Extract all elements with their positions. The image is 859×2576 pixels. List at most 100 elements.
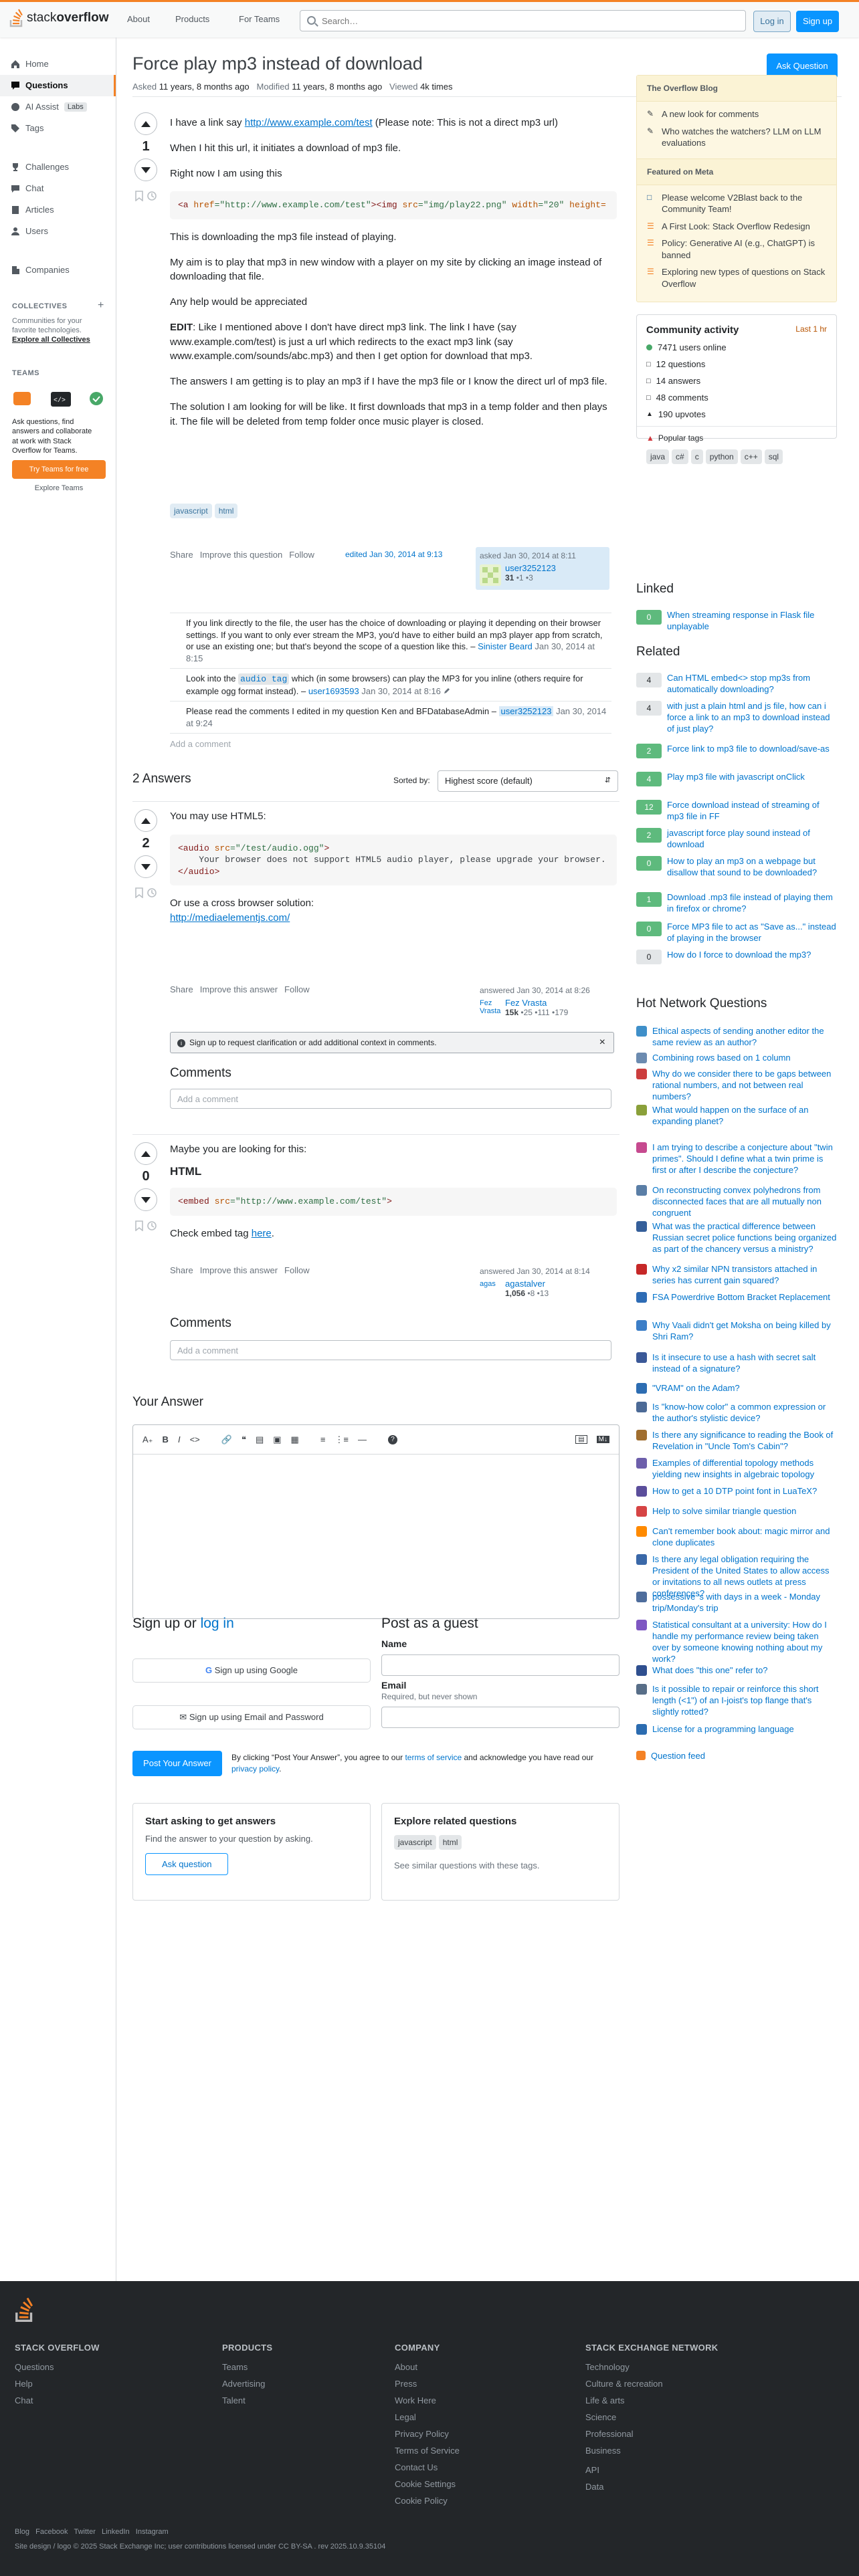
hnq-title[interactable]: Combining rows based on 1 column xyxy=(652,1053,791,1064)
hnq-title[interactable]: How to get a 10 DTP point font in LuaTeX… xyxy=(652,1486,817,1497)
related-title[interactable]: Force download instead of streaming of m… xyxy=(667,800,837,823)
hot-network-question[interactable]: Statistical consultant at a university: … xyxy=(636,1620,837,1665)
hot-network-question[interactable]: Combining rows based on 1 column xyxy=(636,1053,837,1064)
meta-item[interactable]: □ Please welcome V2Blast back to the Comm… xyxy=(637,189,836,218)
footer-link[interactable]: Data xyxy=(585,2482,718,2492)
login-button[interactable]: Log in xyxy=(753,11,791,32)
hnq-title[interactable]: License for a programming language xyxy=(652,1724,794,1735)
question-feed-link[interactable]: Question feed xyxy=(636,1751,837,1762)
bold-tool-icon[interactable]: B xyxy=(163,1434,169,1444)
footer-link[interactable]: Press xyxy=(395,2379,460,2389)
stack-logo-icon[interactable] xyxy=(15,2297,35,2323)
hnq-title[interactable]: FSA Powerdrive Bottom Bracket Replacemen… xyxy=(652,1292,830,1303)
question-feed-label[interactable]: Question feed xyxy=(651,1751,705,1762)
footer-link[interactable]: Legal xyxy=(395,2412,460,2422)
related-question[interactable]: 2 Force link to mp3 file to download/save… xyxy=(636,744,837,758)
hnq-title[interactable]: Examples of differential topology method… xyxy=(652,1458,837,1481)
hot-network-question[interactable]: How to get a 10 DTP point font in LuaTeX… xyxy=(636,1486,837,1497)
related-title[interactable]: How do I force to download the mp3? xyxy=(667,950,811,964)
upvote-button[interactable] xyxy=(134,809,157,832)
footer-link[interactable]: About xyxy=(395,2362,460,2372)
try-teams-button[interactable]: Try Teams for free xyxy=(12,460,106,479)
quote-tool-icon[interactable]: ❝ xyxy=(242,1434,246,1445)
signup-button[interactable]: Sign up xyxy=(796,11,839,32)
hnq-title[interactable]: On reconstructing convex polyhedrons fro… xyxy=(652,1185,837,1219)
embed-here-link[interactable]: here xyxy=(252,1228,272,1239)
question-title[interactable]: Force play mp3 instead of download xyxy=(132,53,423,74)
bookmark-icon[interactable] xyxy=(134,887,144,899)
footer-link[interactable]: Questions xyxy=(15,2362,100,2372)
related-title[interactable]: Can HTML embed<> stop mp3s from automati… xyxy=(667,673,837,695)
guest-email-input[interactable] xyxy=(381,1707,619,1728)
share-link[interactable]: Share xyxy=(170,1265,193,1275)
related-title[interactable]: Play mp3 file with javascript onClick xyxy=(667,772,805,786)
add-comment-link[interactable]: Add a comment xyxy=(170,739,231,749)
hnq-title[interactable]: Is it insecure to use a hash with secret… xyxy=(652,1352,837,1375)
codeblock-tool-icon[interactable]: ▤ xyxy=(256,1434,264,1445)
edited-link[interactable]: edited Jan 30, 2014 at 9:13 xyxy=(345,550,442,559)
answer2-add-comment-input[interactable]: Add a comment xyxy=(170,1340,611,1360)
hot-network-question[interactable]: Examples of differential topology method… xyxy=(636,1458,837,1481)
footer-link[interactable]: Teams xyxy=(222,2362,272,2372)
related-question[interactable]: 0 How do I force to download the mp3? xyxy=(636,950,837,964)
meta-item[interactable]: ☰ Exploring new types of questions on Sta… xyxy=(637,263,836,292)
editor-textarea[interactable] xyxy=(133,1455,619,1618)
meta-item[interactable]: ☰ Policy: Generative AI (e.g., ChatGPT) i… xyxy=(637,235,836,263)
hot-network-question[interactable]: Ethical aspects of sending another edito… xyxy=(636,1026,837,1049)
footer-social-links[interactable]: Blog Facebook Twitter LinkedIn Instagram xyxy=(15,2528,169,2536)
nav-for-teams[interactable]: For Teams xyxy=(239,14,280,24)
nav-item-tags[interactable]: Tags xyxy=(11,123,43,133)
nav-products[interactable]: Products xyxy=(175,14,209,24)
meta-item[interactable]: ☰ A First Look: Stack Overflow Redesign xyxy=(637,218,836,235)
related-title[interactable]: Force link to mp3 file to download/save-… xyxy=(667,744,830,758)
bulleted-list-tool-icon[interactable]: ⋮≡ xyxy=(335,1434,349,1445)
footer-link[interactable]: Culture & recreation xyxy=(585,2379,718,2389)
tag-html[interactable]: html xyxy=(438,1835,462,1850)
link-tool-icon[interactable]: 🔗 xyxy=(221,1434,232,1445)
follow-link[interactable]: Follow xyxy=(289,550,314,560)
hot-network-question[interactable]: What would happen on the surface of an e… xyxy=(636,1105,837,1128)
footer-link[interactable]: Contact Us xyxy=(395,2462,460,2472)
hnq-title[interactable]: Why x2 similar NPN transistors attached … xyxy=(652,1264,837,1287)
google-signup-button[interactable]: G Sign up using Google xyxy=(132,1658,371,1683)
hot-network-question[interactable]: I am trying to describe a conjecture abo… xyxy=(636,1142,837,1176)
footer-link[interactable]: Advertising xyxy=(222,2379,272,2389)
nav-item-companies[interactable]: Companies xyxy=(11,265,70,275)
related-title[interactable]: Download .mp3 file instead of playing th… xyxy=(667,892,837,915)
related-question[interactable]: 2 javascript force play sound instead of … xyxy=(636,828,837,851)
follow-link[interactable]: Follow xyxy=(284,984,310,994)
improve-answer-link[interactable]: Improve this answer xyxy=(200,1265,278,1275)
hnq-title[interactable]: Is "know-how color" a common expression … xyxy=(652,1402,837,1424)
q-example-link[interactable]: http://www.example.com/test xyxy=(245,117,373,128)
related-title[interactable]: Force MP3 file to act as "Save as..." in… xyxy=(667,922,837,944)
rich-text-mode-icon[interactable]: ▤ xyxy=(575,1435,587,1444)
improve-answer-link[interactable]: Improve this answer xyxy=(200,984,278,994)
linked-title[interactable]: When streaming response in Flask file un… xyxy=(667,610,837,633)
footer-link[interactable]: Science xyxy=(585,2412,718,2422)
avatar[interactable]: Fez Vrasta xyxy=(480,999,501,1021)
hnq-title[interactable]: Why Vaali didn't get Moksha on being kil… xyxy=(652,1320,837,1343)
hot-network-question[interactable]: Is there any significance to reading the… xyxy=(636,1430,837,1453)
footer-link[interactable]: Cookie Policy xyxy=(395,2496,460,2506)
hot-network-question[interactable]: Why x2 similar NPN transistors attached … xyxy=(636,1264,837,1287)
footer-link[interactable]: Professional xyxy=(585,2429,718,2439)
italic-tool-icon[interactable]: I xyxy=(178,1434,181,1444)
nav-item-ai-assist[interactable]: AI Assist Labs xyxy=(11,102,87,112)
blog-item[interactable]: ✎ Who watches the watchers? LLM on LLM ev… xyxy=(637,123,836,152)
hnq-title[interactable]: "VRAM" on the Adam? xyxy=(652,1383,740,1394)
footer-link[interactable]: API xyxy=(585,2465,718,2475)
asker-name[interactable]: user3252123 xyxy=(505,563,556,573)
blog-item[interactable]: ✎ A new look for comments xyxy=(637,106,836,123)
answerer-name[interactable]: agastalver xyxy=(505,1279,549,1289)
hot-network-question[interactable]: Help to solve similar triangle question xyxy=(636,1506,837,1517)
popular-tag[interactable]: c# xyxy=(672,449,688,464)
popular-tag[interactable]: python xyxy=(705,449,738,464)
help-tool-icon[interactable]: ? xyxy=(388,1434,398,1444)
terms-link[interactable]: terms of service xyxy=(405,1753,462,1762)
comment-user[interactable]: Sinister Beard xyxy=(478,641,533,651)
hnq-title[interactable]: possessive 's with days in a week - Mond… xyxy=(652,1592,837,1614)
hot-network-question[interactable]: Is "know-how color" a common expression … xyxy=(636,1402,837,1424)
bookmark-icon[interactable] xyxy=(134,191,144,202)
upvote-button[interactable] xyxy=(134,1142,157,1165)
related-question[interactable]: 12 Force download instead of streaming of… xyxy=(636,800,837,823)
